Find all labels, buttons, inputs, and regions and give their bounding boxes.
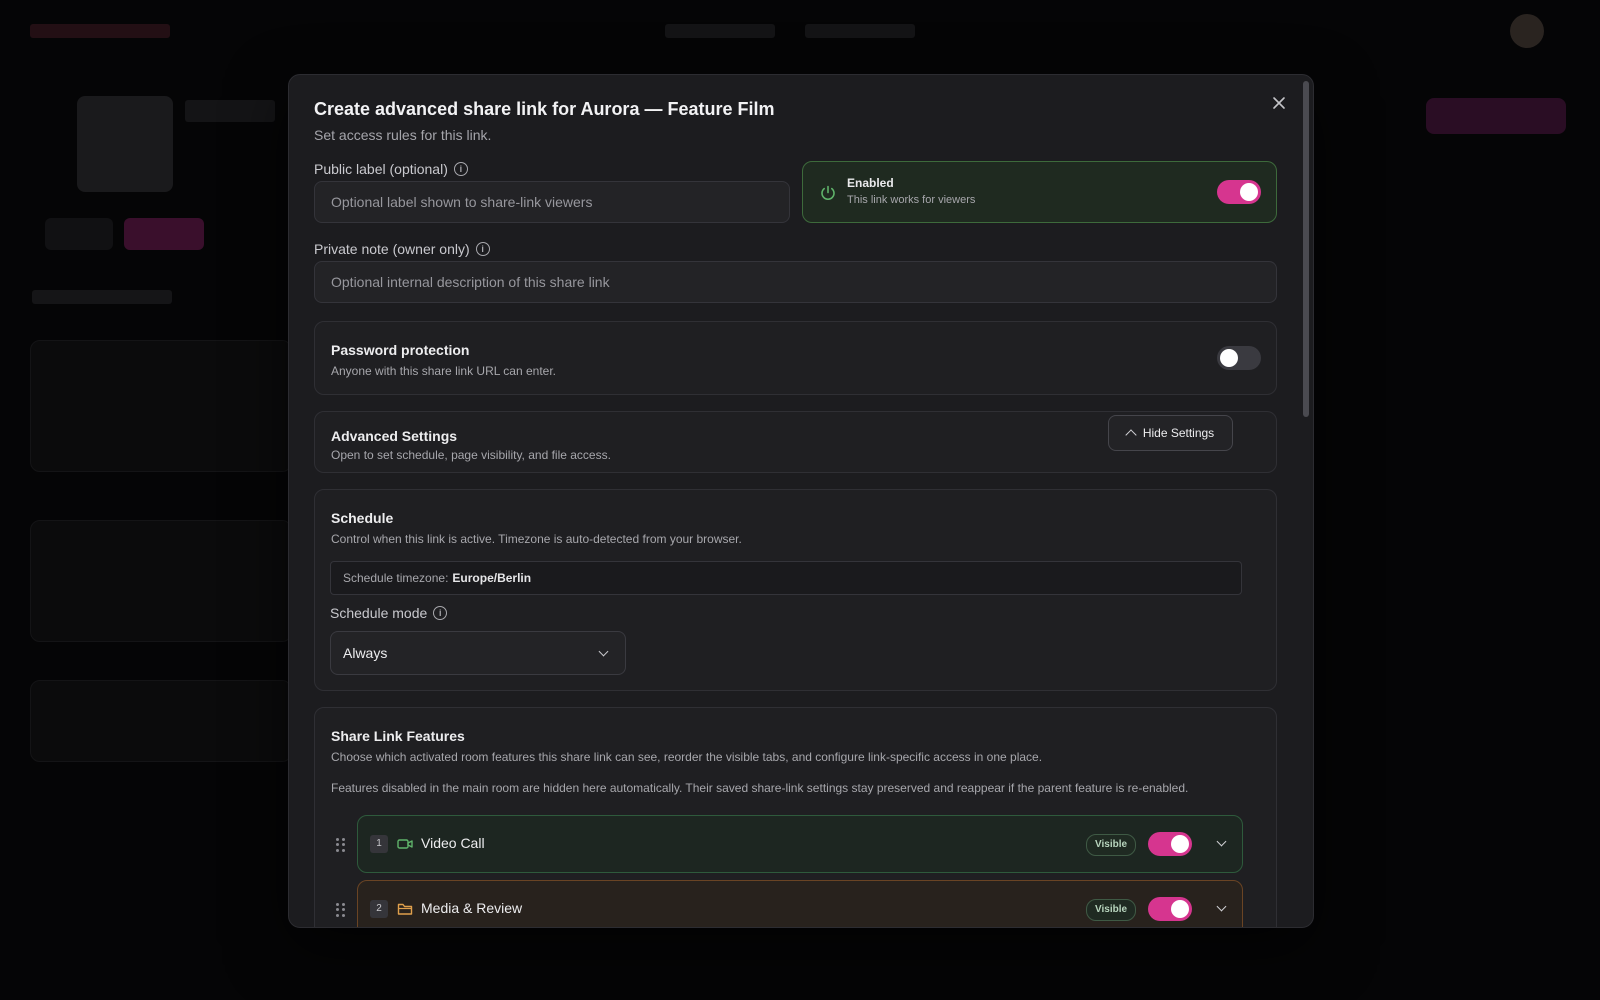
video-camera-icon — [397, 839, 413, 849]
background-title — [185, 100, 275, 122]
hide-settings-button[interactable]: Hide Settings — [1108, 415, 1233, 451]
background-tab-active — [124, 218, 204, 250]
schedule-mode-value: Always — [343, 645, 388, 661]
background-card — [30, 520, 292, 642]
hide-settings-label: Hide Settings — [1142, 426, 1215, 440]
power-icon — [821, 185, 835, 200]
password-panel: Password protection Anyone with this sha… — [314, 321, 1277, 395]
feature-toggle[interactable] — [1148, 832, 1192, 856]
password-toggle[interactable] — [1217, 346, 1261, 370]
password-subtitle: Anyone with this share link URL can ente… — [331, 364, 557, 378]
chevron-up-icon — [1125, 429, 1137, 441]
chevron-down-icon — [598, 646, 609, 657]
schedule-mode-label: Schedule mode i — [330, 605, 448, 621]
feature-toggle[interactable] — [1148, 897, 1192, 921]
background-nav-item — [665, 24, 775, 38]
background-nav-item — [805, 24, 915, 38]
schedule-timezone: Schedule timezone: Europe/Berlin — [330, 561, 1242, 595]
background-card — [30, 340, 292, 472]
enabled-panel: Enabled This link works for viewers — [802, 161, 1277, 223]
feature-row-video-call[interactable]: 1 Video Call Visible — [357, 815, 1243, 873]
toggle-knob — [1220, 349, 1238, 367]
schedule-mode-select[interactable]: Always — [330, 631, 626, 675]
drag-handle-icon[interactable] — [336, 903, 346, 917]
advanced-title: Advanced Settings — [331, 428, 458, 444]
background-card — [30, 680, 292, 762]
enabled-title: Enabled — [847, 176, 894, 190]
features-title: Share Link Features — [331, 728, 465, 744]
background-heading — [32, 290, 172, 304]
advanced-subtitle: Open to set schedule, page visibility, a… — [331, 448, 611, 462]
close-button[interactable] — [1267, 91, 1291, 115]
feature-index: 1 — [370, 835, 388, 853]
info-icon[interactable]: i — [475, 242, 490, 256]
private-note-input[interactable] — [314, 261, 1277, 303]
background-cta — [1426, 98, 1566, 134]
info-icon[interactable]: i — [453, 162, 468, 176]
private-note-label: Private note (owner only) i — [314, 241, 490, 257]
schedule-subtitle: Control when this link is active. Timezo… — [331, 532, 742, 546]
modal-title: Create advanced share link for Aurora — … — [314, 99, 775, 119]
enabled-toggle[interactable] — [1217, 180, 1261, 204]
close-icon — [1273, 97, 1285, 109]
share-link-modal: Create advanced share link for Aurora — … — [288, 74, 1314, 928]
background-logo — [30, 24, 170, 38]
public-label-input[interactable] — [314, 181, 790, 223]
schedule-mode-text: Schedule mode — [330, 605, 428, 621]
visible-badge: Visible — [1086, 899, 1137, 921]
features-note: Features disabled in the main room are h… — [331, 781, 1189, 795]
public-label-text: Public label (optional) — [314, 161, 448, 177]
feature-label: Video Call — [421, 835, 485, 851]
chevron-down-icon[interactable] — [1216, 901, 1227, 912]
features-subtitle: Choose which activated room features thi… — [331, 750, 1043, 764]
chevron-down-icon[interactable] — [1216, 836, 1227, 847]
background-thumbnail — [77, 96, 173, 192]
toggle-knob — [1171, 835, 1189, 853]
modal-scrollbar[interactable] — [1303, 81, 1309, 417]
public-label-label: Public label (optional) i — [314, 161, 468, 177]
schedule-title: Schedule — [331, 510, 394, 526]
background-topbar — [0, 0, 1600, 64]
modal-subtitle: Set access rules for this link. — [314, 127, 492, 143]
toggle-knob — [1240, 183, 1258, 201]
feature-label: Media & Review — [421, 900, 523, 916]
drag-handle-icon[interactable] — [336, 838, 346, 852]
toggle-knob — [1171, 900, 1189, 918]
timezone-label: Schedule timezone: — [343, 571, 449, 585]
feature-index: 2 — [370, 900, 388, 918]
background-tab — [45, 218, 113, 250]
password-title: Password protection — [331, 342, 470, 358]
info-icon[interactable]: i — [433, 606, 448, 620]
visible-badge: Visible — [1086, 834, 1137, 856]
folder-icon — [397, 903, 413, 915]
private-note-text: Private note (owner only) — [314, 241, 470, 257]
enabled-subtitle: This link works for viewers — [847, 194, 976, 206]
background-avatar — [1510, 14, 1544, 48]
feature-row-media-review[interactable]: 2 Media & Review Visible — [357, 880, 1243, 927]
timezone-value: Europe/Berlin — [452, 571, 532, 585]
